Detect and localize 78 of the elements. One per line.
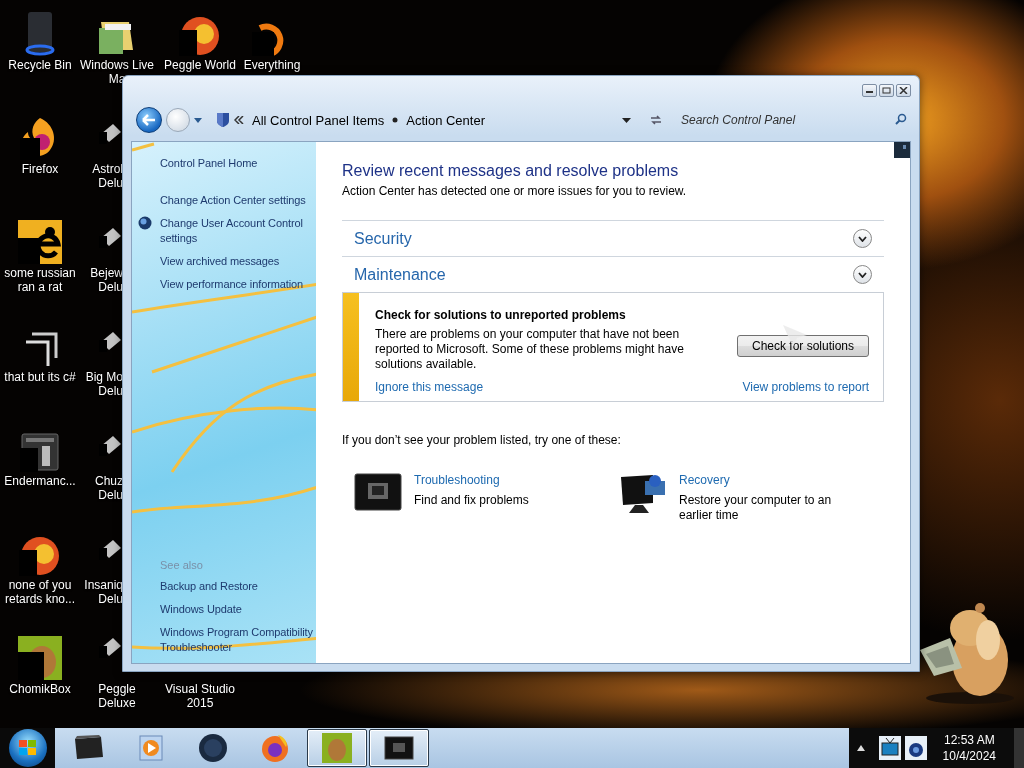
icon-label: ChomikBox [9,682,71,696]
icon-label: that but its c# [4,370,76,384]
message-text: There are problems on your computer that have not been reported to Microsoft. Some of these problems might have solutions available. [375,327,685,373]
dropdown-arrow-icon[interactable] [194,117,202,123]
square-icon[interactable] [18,220,62,264]
double-chevron-icon[interactable] [234,116,244,124]
close-button[interactable] [896,83,911,97]
icon-label: Big Mo Delu [84,370,123,398]
icon-label: Chuz Delu [94,474,123,502]
monitor-icon [619,473,667,515]
icon-label: Firefox [21,162,59,176]
play-icon [138,734,165,762]
expand-button[interactable] [853,265,872,284]
monitor-icon [384,736,415,760]
maximize-icon [882,86,891,94]
icon-label: Visual Studio 2015 [164,682,236,710]
clock-time[interactable]: 12:53 AM [943,732,995,748]
page-heading: Review recent messages and resolve problems [342,162,680,180]
ball-icon[interactable] [179,16,221,56]
task-link[interactable]: Recovery [679,473,849,488]
breadcrumb-link[interactable]: Action Center [402,112,489,128]
close-icon [899,86,908,94]
back-button[interactable] [136,107,162,133]
sidebar-link[interactable]: Control Panel Home [160,156,316,171]
taskbar-app-button[interactable] [369,729,430,767]
ball-icon[interactable] [19,536,61,576]
flame-icon [260,733,291,763]
check-solutions-button[interactable]: Check for solutions [737,335,869,357]
sidebar-link[interactable]: Windows Program Compatibility Troubleshooter [160,625,316,655]
breadcrumb-link[interactable]: All Control Panel Items [248,112,389,128]
icon-label: Astrol Delu [91,162,123,190]
see-also-heading: See also [160,559,204,571]
small-square-icon[interactable] [894,142,910,158]
icon-label: some russian ran a rat [3,266,77,294]
sidebar-link[interactable]: Backup and Restore [160,579,316,594]
taskbar-app-button[interactable] [307,729,368,767]
sidebar-link[interactable]: Change User Account Control settings [160,216,316,246]
message-link[interactable]: View problems to report [742,380,869,395]
chevron-down-icon [858,271,867,278]
icon-label: Everything [243,58,301,72]
search-field[interactable]: Search Control Panel [677,113,895,127]
windows-logo-icon [18,740,37,756]
icon-label: Recycle Bin [8,58,72,72]
icon-label: none of you retards kno... [4,578,76,606]
icon-label: Bejew Delu [89,266,123,294]
minimize-button[interactable] [862,83,877,97]
section-heading[interactable]: Security [354,229,412,248]
sidebar-link[interactable]: Windows Update [160,602,316,617]
up-arrow-icon[interactable] [856,745,865,751]
message-link[interactable]: Ignore this message [375,380,484,395]
sidebar-link[interactable]: View archived messages [160,254,316,269]
hint-text: If you don’t see your problem listed, try one of these: [342,433,622,447]
back-arrow-icon [142,114,156,126]
refresh-icon[interactable] [649,114,663,126]
section-heading[interactable]: Maintenance [354,265,446,284]
sidebar-link[interactable]: Change Action Center settings [160,193,316,208]
breadcrumb-separator-icon[interactable] [392,117,399,123]
trash-can-icon[interactable] [25,12,55,56]
icon-label: Endermanc... [4,474,76,488]
page-subtitle: Action Center has detected one or more issues for you to review. [342,184,688,198]
task-link[interactable]: Troubleshooting [414,473,529,488]
icon-label: Peggle World [164,58,236,72]
task-description: Restore your computer to an earlier time [679,493,833,523]
start-button[interactable] [8,729,47,767]
dropdown-arrow-icon[interactable] [622,117,631,123]
icon-label: Insaniq Delu [83,578,123,606]
message-title: Check for solutions to unreported problems [375,308,627,322]
shield-icon[interactable] [216,112,230,128]
chevron-down-icon [858,235,867,242]
expand-button[interactable] [853,229,872,248]
search-icon [895,112,907,125]
icon-label: Peggle Deluxe [97,682,137,710]
monitor-icon [354,473,402,511]
tv-icon[interactable] [878,736,901,760]
task-description: Find and fix problems [414,493,529,508]
sidebar-link[interactable]: View performance information [160,277,316,292]
clock-date[interactable]: 10/4/2024 [942,748,996,764]
monitor-icon [73,735,106,761]
